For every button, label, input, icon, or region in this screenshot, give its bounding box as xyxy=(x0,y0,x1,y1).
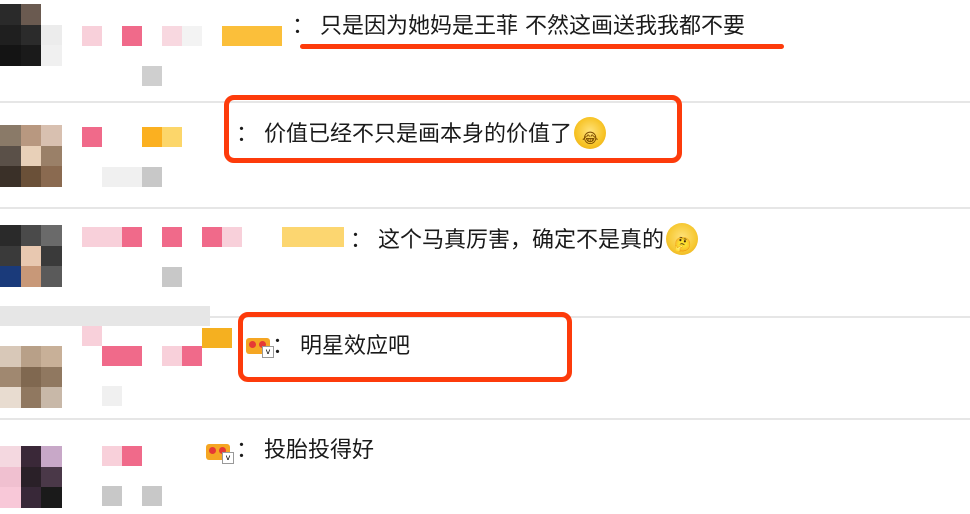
comment-body: 这个马真厉害，确定不是真的 xyxy=(378,228,665,253)
username-blur xyxy=(282,227,344,247)
username-blur xyxy=(202,227,222,247)
meta-blur xyxy=(102,167,142,187)
username-blur[interactable] xyxy=(82,326,102,346)
username-blur xyxy=(142,127,162,147)
username-blur xyxy=(202,328,232,348)
avatar[interactable] xyxy=(0,4,62,66)
comment-row: ：只是因为她妈是王菲 不然这画送我我都不要 xyxy=(0,0,970,101)
comment-separator: ： xyxy=(292,14,315,39)
meta-blur xyxy=(162,267,182,287)
crown-vip-icon: v xyxy=(204,436,234,464)
comment-separator: ： xyxy=(236,438,259,463)
annotation-box xyxy=(238,312,572,382)
username-blur xyxy=(122,446,142,466)
comment-text: ：投胎投得好 xyxy=(236,436,374,466)
avatar[interactable] xyxy=(0,125,62,187)
meta-blur xyxy=(0,306,210,326)
meta-blur xyxy=(142,66,162,86)
comment-body: 只是因为她妈是王菲 不然这画送我我都不要 xyxy=(320,14,746,39)
username-blur xyxy=(102,346,142,366)
username-blur[interactable] xyxy=(102,446,122,466)
username-blur xyxy=(182,346,202,366)
meta-blur xyxy=(142,486,162,506)
thinking-emoji-icon: 🤔 xyxy=(666,223,699,255)
comment-row: v ：投胎投得好 xyxy=(0,420,970,514)
annotation-box xyxy=(224,95,682,163)
username-blur xyxy=(162,227,182,247)
comment-row: ：这个马真厉害，确定不是真的 🤔 xyxy=(0,209,970,316)
comment-text: ：只是因为她妈是王菲 不然这画送我我都不要 xyxy=(292,12,745,42)
comment-separator: ： xyxy=(350,228,373,253)
username-blur xyxy=(222,26,282,46)
comment-body: 投胎投得好 xyxy=(264,438,375,463)
avatar[interactable] xyxy=(0,346,62,408)
meta-blur xyxy=(102,486,122,506)
username-blur[interactable] xyxy=(82,227,122,247)
avatar[interactable] xyxy=(0,446,62,508)
username-blur xyxy=(162,26,182,46)
username-blur xyxy=(122,227,142,247)
meta-blur xyxy=(102,386,122,406)
username-blur xyxy=(122,26,142,46)
username-blur xyxy=(182,26,202,46)
annotation-underline xyxy=(300,44,784,49)
username-blur xyxy=(222,227,242,247)
username-blur[interactable] xyxy=(82,127,102,147)
username-blur xyxy=(162,346,182,366)
username-blur xyxy=(162,127,182,147)
comment-row: v ：明星效应吧 xyxy=(0,306,970,418)
meta-blur xyxy=(142,167,162,187)
comment-text: ：这个马真厉害，确定不是真的 🤔 xyxy=(350,223,699,257)
avatar[interactable] xyxy=(0,225,62,287)
username-blur[interactable] xyxy=(82,26,102,46)
comment-row: ：价值已经不只是画本身的价值了 😂 xyxy=(0,95,970,207)
